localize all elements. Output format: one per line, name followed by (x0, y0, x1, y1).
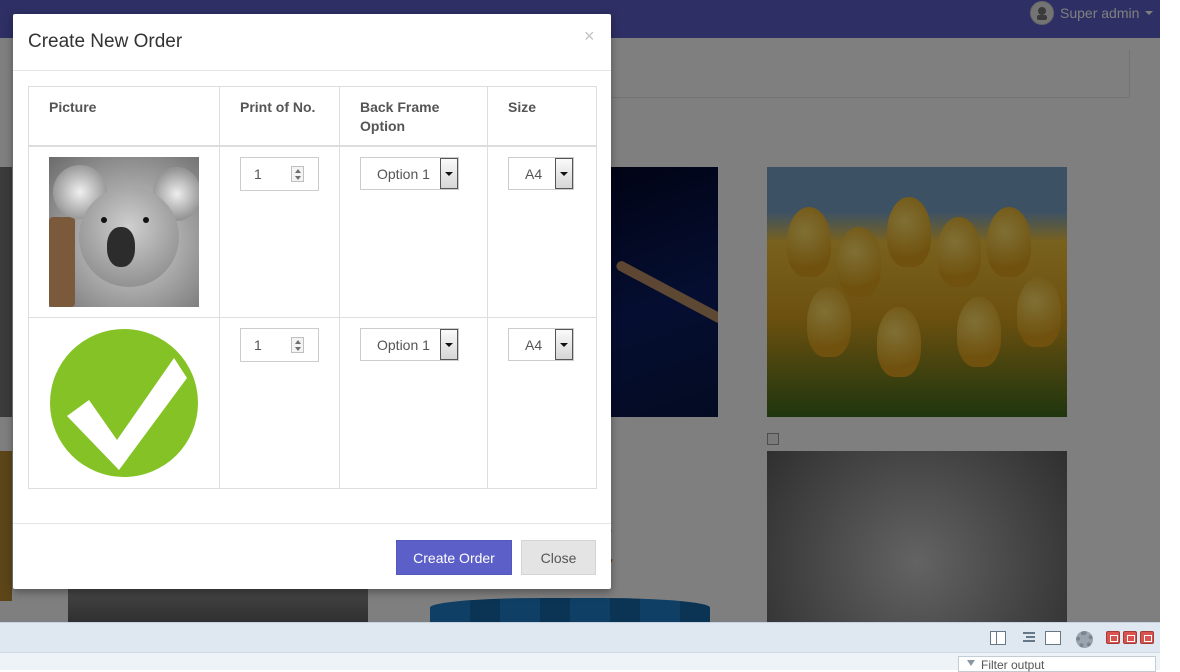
back-frame-value: Option 1 (377, 165, 430, 182)
size-select[interactable]: A4 (508, 156, 574, 190)
picture-cell (28, 145, 220, 318)
size-value: A4 (525, 336, 543, 353)
close-icon[interactable]: × (584, 27, 595, 45)
modal-header: Create New Order × (13, 14, 611, 71)
size-cell: A4 (487, 145, 597, 318)
dropdown-arrow-icon (560, 342, 568, 347)
gear-icon[interactable] (1076, 631, 1093, 648)
spin-down-icon[interactable] (295, 175, 301, 180)
dropdown-arrow-icon (445, 342, 453, 347)
window-icon[interactable] (1045, 631, 1061, 645)
close-devtools-button[interactable] (1140, 631, 1154, 644)
filter-icon (967, 660, 975, 666)
restore-button[interactable] (1123, 631, 1137, 644)
table-row: 1 Option 1 A4 (28, 145, 597, 318)
size-value: A4 (525, 165, 543, 182)
dropdown-button[interactable] (440, 328, 458, 360)
layout-icon[interactable] (990, 631, 1006, 645)
create-order-button[interactable]: Create Order (396, 540, 512, 575)
size-cell: A4 (487, 316, 597, 489)
devtools-toolbar (0, 622, 1160, 652)
frame-cell: Option 1 (339, 145, 488, 318)
column-header-print-no: Print of No. (219, 86, 340, 147)
checkmark-picture (49, 328, 199, 478)
order-table: Picture Print of No. Back Frame Option S… (28, 86, 597, 489)
dropdown-button[interactable] (555, 157, 573, 189)
print-no-stepper[interactable]: 1 (240, 327, 319, 362)
frame-cell: Option 1 (339, 316, 488, 489)
spin-up-icon[interactable] (295, 168, 301, 173)
back-frame-select[interactable]: Option 1 (360, 156, 459, 190)
create-order-modal: Create New Order × Picture Print of No. … (13, 14, 611, 589)
print-no-stepper[interactable]: 1 (240, 156, 319, 191)
indent-icon[interactable] (1019, 631, 1035, 645)
close-button[interactable]: Close (521, 540, 596, 575)
dropdown-button[interactable] (440, 157, 458, 189)
modal-title: Create New Order (28, 31, 183, 52)
spinner-arrows[interactable] (291, 165, 304, 182)
column-header-back-frame: Back Frame Option (339, 86, 488, 147)
back-frame-value: Option 1 (377, 336, 430, 353)
dropdown-button[interactable] (555, 328, 573, 360)
minimize-button[interactable] (1106, 631, 1120, 644)
column-header-size: Size (487, 86, 597, 147)
dropdown-arrow-icon (560, 171, 568, 176)
modal-footer: Create Order Close (13, 523, 611, 589)
print-no-cell: 1 (219, 145, 340, 318)
print-no-value: 1 (254, 336, 262, 353)
back-frame-select[interactable]: Option 1 (360, 327, 459, 361)
devtools-filter-bar: Filter output (0, 652, 1160, 672)
print-no-value: 1 (254, 165, 262, 182)
picture-cell (28, 316, 220, 489)
spin-down-icon[interactable] (295, 346, 301, 351)
print-no-cell: 1 (219, 316, 340, 489)
size-select[interactable]: A4 (508, 327, 574, 361)
spin-up-icon[interactable] (295, 339, 301, 344)
koala-picture (49, 156, 199, 307)
table-row: 1 Option 1 A4 (28, 316, 597, 489)
column-header-picture: Picture (28, 86, 220, 147)
dropdown-arrow-icon (445, 171, 453, 176)
spinner-arrows[interactable] (291, 336, 304, 353)
